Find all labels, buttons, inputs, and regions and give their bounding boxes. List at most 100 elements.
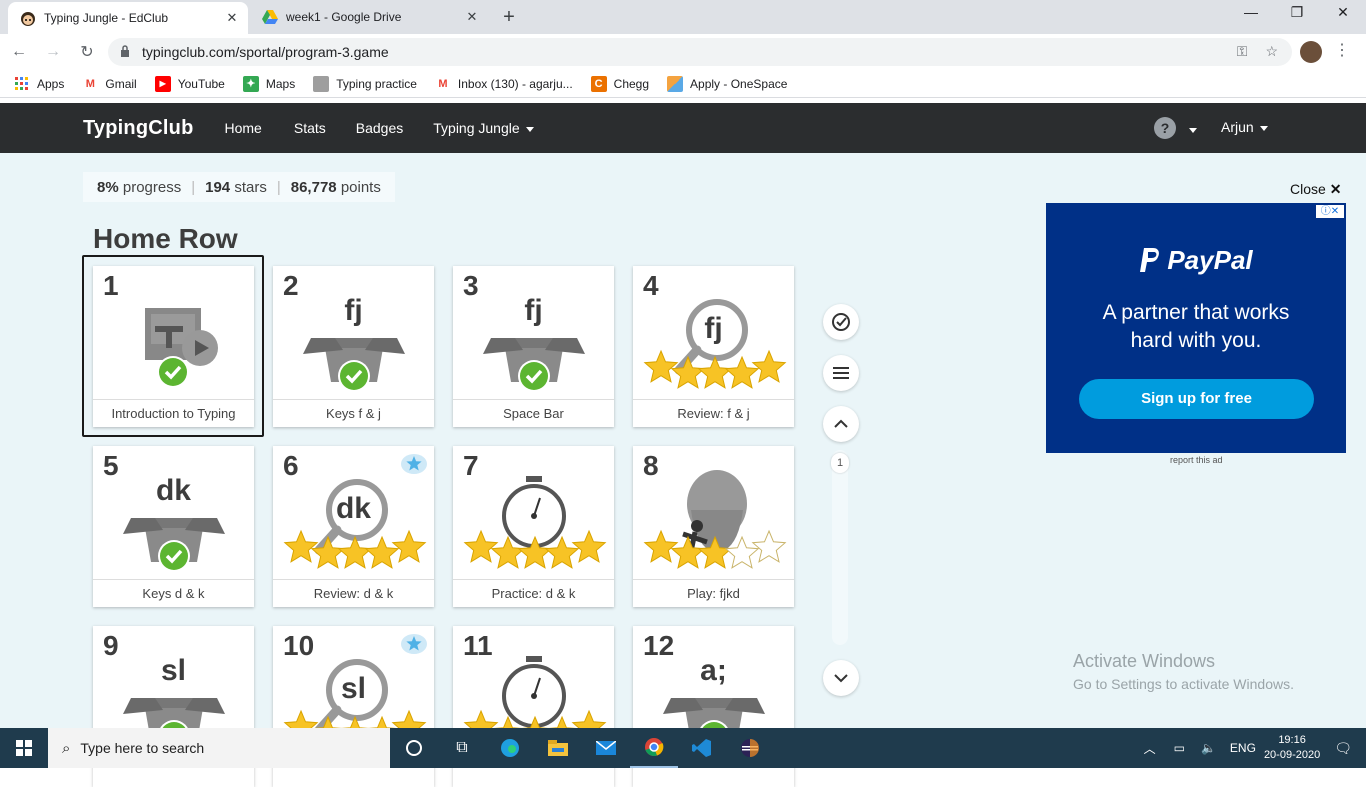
lesson-glyph: sl	[340, 672, 367, 705]
close-ad-button[interactable]: Close ✕	[1290, 181, 1341, 198]
points-value: 86,778	[290, 178, 337, 196]
lesson-card-4[interactable]: fj 4 Review: f & j	[633, 266, 794, 427]
typingclub-logo[interactable]: TypingClub	[83, 117, 194, 140]
bookmark-apps[interactable]: Apps	[14, 76, 64, 92]
lesson-card-5[interactable]: dk 5 Keys d & k	[93, 446, 254, 607]
onespace-icon	[667, 75, 684, 92]
browser-tab-google-drive[interactable]: week1 - Google Drive ✕	[250, 0, 488, 34]
lesson-label: Review: f & j	[633, 399, 794, 427]
eclipse-icon[interactable]	[726, 728, 774, 768]
nav-typing-jungle[interactable]: Typing Jungle	[433, 120, 534, 136]
chevron-down-icon	[1259, 125, 1268, 131]
lesson-card-8[interactable]: 8 Play: fjkd	[633, 446, 794, 607]
search-icon: ⌕	[62, 739, 71, 757]
youtube-icon: ▶	[154, 75, 171, 92]
page-indicator: 1	[831, 453, 849, 473]
profile-avatar[interactable]	[1300, 41, 1322, 63]
close-icon: ✕	[1329, 181, 1342, 197]
lesson-card-1[interactable]: 1 Introduction to Typing	[93, 266, 254, 427]
chevron-up-icon[interactable]: ︿	[1144, 740, 1156, 757]
bookmark-inbox[interactable]: M Inbox (130) - agarju...	[435, 76, 573, 92]
bookmark-typing-practice[interactable]: Typing practice	[313, 75, 417, 92]
nav-badges[interactable]: Badges	[356, 120, 403, 136]
browser-tab-strip: Typing Jungle - EdClub ✕ week1 - Google …	[0, 0, 1366, 34]
close-tab-icon[interactable]: ✕	[222, 10, 242, 26]
video-lesson-icon	[145, 308, 218, 388]
lesson-card-6[interactable]: dk 6 Review: d & k	[273, 446, 434, 607]
taskbar-search[interactable]: ⌕ Type here to search	[48, 728, 390, 768]
lesson-scrollbar[interactable]	[832, 450, 848, 645]
lesson-label: Review: d & k	[273, 579, 434, 607]
search-placeholder: Type here to search	[80, 740, 205, 756]
browser-tab-typing-jungle[interactable]: Typing Jungle - EdClub ✕	[8, 2, 248, 34]
new-tab-button[interactable]: +	[498, 6, 520, 29]
key-icon[interactable]: ⚿	[1237, 43, 1248, 60]
lesson-card-2[interactable]: fj 2 Keys f & j	[273, 266, 434, 427]
gmail-icon: M	[438, 77, 448, 90]
lesson-number: 10	[283, 630, 315, 661]
windows-start-icon[interactable]	[0, 728, 48, 768]
cortana-icon[interactable]	[390, 728, 438, 768]
check-progress-button[interactable]	[823, 304, 859, 340]
browser-toolbar: ← → ↻ typingclub.com/sportal/program-3.g…	[0, 34, 1366, 70]
language-indicator[interactable]: ENG	[1230, 741, 1256, 755]
maps-icon: ✦	[242, 75, 259, 92]
close-tab-icon[interactable]: ✕	[462, 9, 482, 25]
scroll-up-button[interactable]	[823, 406, 859, 442]
forward-icon[interactable]: →	[38, 43, 68, 61]
watermark-line1: Activate Windows	[1073, 651, 1216, 671]
paypal-ad[interactable]: ⓘ✕ PayPal A partner that works hard with…	[1046, 203, 1346, 453]
help-icon[interactable]: ?	[1154, 117, 1176, 139]
close-ad-label: Close	[1290, 181, 1326, 197]
back-icon[interactable]: ←	[4, 43, 34, 61]
bookmark-label: Inbox (130) - agarju...	[457, 76, 573, 91]
lesson-glyph: dk	[335, 492, 371, 525]
clock[interactable]: 19:16 20-09-2020	[1264, 733, 1320, 763]
menu-icon[interactable]	[823, 355, 859, 391]
bookmark-gmail[interactable]: M Gmail	[82, 76, 137, 92]
chrome-icon[interactable]	[630, 728, 678, 768]
bookmark-maps[interactable]: ✦ Maps	[242, 75, 295, 92]
notifications-icon[interactable]: 🗨	[1334, 740, 1352, 757]
lock-icon[interactable]	[120, 44, 134, 60]
bookmark-onespace[interactable]: Apply - OneSpace	[667, 75, 787, 92]
lesson-card-7[interactable]: 7 Practice: d & k	[453, 446, 614, 607]
vscode-icon[interactable]	[678, 728, 726, 768]
reload-icon[interactable]: ↻	[72, 42, 102, 62]
minimize-icon[interactable]: —	[1228, 4, 1274, 20]
ad-brand: PayPal	[1046, 245, 1346, 276]
nav-home[interactable]: Home	[225, 120, 262, 136]
close-window-icon[interactable]: ✕	[1320, 4, 1366, 21]
user-menu[interactable]: Arjun	[1221, 119, 1268, 135]
lesson-number: 4	[643, 270, 659, 301]
lesson-card-3[interactable]: fj 3 Space Bar	[453, 266, 614, 427]
bookmark-label: YouTube	[177, 76, 225, 91]
bookmark-star-icon[interactable]: ☆	[1265, 43, 1278, 60]
ad-tagline-line1: A partner that works	[1102, 301, 1290, 324]
nav-stats[interactable]: Stats	[294, 120, 326, 136]
volume-icon[interactable]: 🔈	[1201, 741, 1216, 755]
lesson-label: Introduction to Typing	[93, 399, 254, 427]
lesson-label: Space Bar	[453, 399, 614, 427]
address-bar[interactable]: typingclub.com/sportal/program-3.game ⚿ …	[108, 38, 1292, 66]
ad-brand-text: PayPal	[1167, 245, 1253, 275]
more-menu-icon[interactable]: ⋮	[1334, 40, 1350, 60]
report-ad-link[interactable]: report this ad	[1170, 455, 1223, 465]
user-name: Arjun	[1221, 119, 1254, 135]
lesson-number: 2	[283, 270, 299, 301]
file-explorer-icon[interactable]	[534, 728, 582, 768]
mail-icon[interactable]	[582, 728, 630, 768]
bookmark-youtube[interactable]: ▶ YouTube	[154, 75, 225, 92]
chevron-down-icon[interactable]	[1189, 128, 1197, 133]
lesson-label: Keys f & j	[273, 399, 434, 427]
scroll-down-button[interactable]	[823, 660, 859, 696]
battery-icon[interactable]: ▭	[1174, 741, 1185, 755]
clock-time: 19:16	[1278, 734, 1306, 746]
bookmark-chegg[interactable]: C Chegg	[590, 75, 649, 92]
restore-icon[interactable]: ❐	[1274, 4, 1320, 21]
edge-icon[interactable]	[486, 728, 534, 768]
ad-signup-button[interactable]: Sign up for free	[1079, 379, 1314, 419]
gmail-icon: M	[85, 77, 95, 90]
task-view-icon[interactable]: ⧉	[438, 728, 486, 768]
adchoices-icon[interactable]: ⓘ✕	[1316, 205, 1344, 218]
